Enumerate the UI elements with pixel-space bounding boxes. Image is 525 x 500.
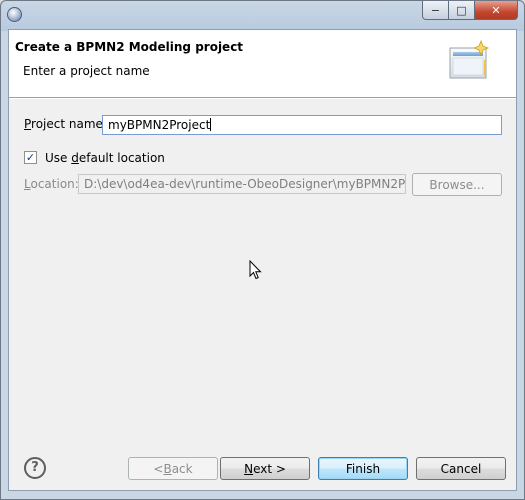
back-button: < Back (128, 457, 218, 480)
app-icon[interactable] (7, 7, 22, 22)
dialog-window: − □ ✕ Create a BPMN2 Modeling project En… (0, 0, 525, 500)
location-label: Location: (24, 177, 79, 191)
wizard-description: Enter a project name (23, 64, 150, 78)
header-separator (9, 98, 516, 99)
text-caret (210, 118, 212, 131)
cancel-button[interactable]: Cancel (416, 457, 506, 480)
checkmark-icon: ✓ (25, 151, 36, 164)
minimize-button[interactable]: − (422, 1, 449, 20)
project-name-value: myBPMN2Project (108, 118, 211, 132)
finish-button[interactable]: Finish (318, 457, 408, 480)
wizard-header: Create a BPMN2 Modeling project Enter a … (9, 30, 516, 98)
use-default-location-label[interactable]: Use default location (45, 151, 165, 165)
mouse-cursor-icon (249, 260, 262, 280)
use-default-location-checkbox[interactable]: ✓ (24, 151, 37, 164)
location-input: D:\dev\od4ea-dev\runtime-ObeoDesigner\my… (78, 174, 406, 194)
project-name-label: Project name: (24, 117, 107, 131)
browse-button: Browse... (412, 173, 502, 196)
wizard-title: Create a BPMN2 Modeling project (15, 40, 244, 54)
maximize-icon: □ (456, 3, 467, 17)
help-icon[interactable]: ? (24, 457, 46, 479)
maximize-button[interactable]: □ (449, 1, 475, 20)
wizard-banner-icon (449, 40, 490, 79)
close-button[interactable]: ✕ (475, 1, 518, 20)
title-bar: − □ ✕ (1, 1, 524, 29)
next-button[interactable]: Next > (220, 457, 310, 480)
project-name-input[interactable]: myBPMN2Project (102, 115, 502, 135)
dialog-client-area: Create a BPMN2 Modeling project Enter a … (8, 29, 517, 491)
window-controls: − □ ✕ (422, 1, 518, 21)
minimize-icon: − (430, 3, 441, 17)
close-icon: ✕ (491, 3, 501, 17)
